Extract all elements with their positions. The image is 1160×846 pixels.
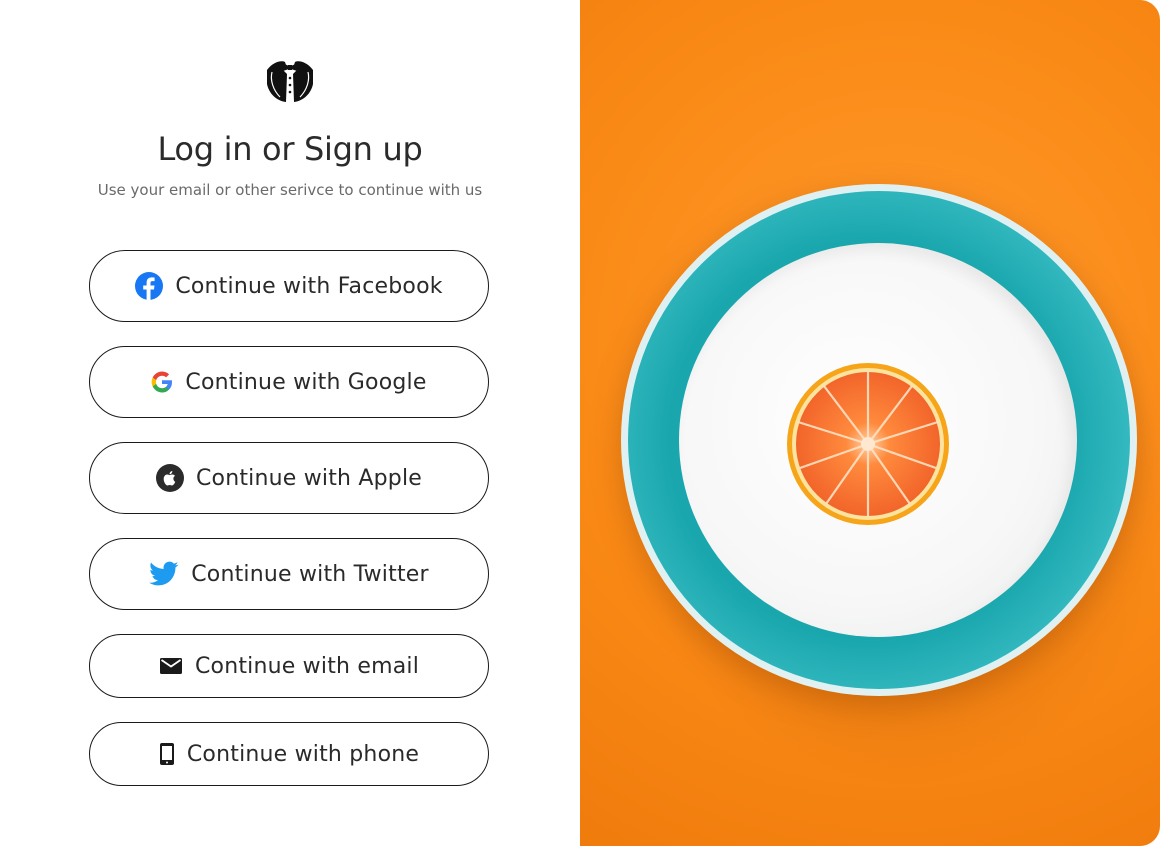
button-label: Continue with Apple <box>195 465 422 491</box>
continue-with-apple-button[interactable]: Continue with Apple <box>89 442 489 514</box>
continue-with-phone-button[interactable]: Continue with phone <box>89 722 489 786</box>
tuxedo-logo-icon <box>267 61 313 102</box>
twitter-icon <box>149 561 179 587</box>
page-subtitle: Use your email or other serivce to conti… <box>97 181 483 199</box>
auth-panel: Log in or Sign up Use your email or othe… <box>0 0 580 846</box>
phone-icon <box>159 742 175 766</box>
facebook-icon <box>135 272 164 300</box>
button-label: Continue with Twitter <box>191 561 429 587</box>
button-label: Continue with Facebook <box>175 273 443 299</box>
mail-icon <box>159 657 183 675</box>
button-label: Continue with email <box>194 653 420 679</box>
continue-with-google-button[interactable]: Continue with Google <box>89 346 489 418</box>
continue-with-twitter-button[interactable]: Continue with Twitter <box>89 538 489 610</box>
continue-with-email-button[interactable]: Continue with email <box>89 634 489 698</box>
continue-with-facebook-button[interactable]: Continue with Facebook <box>89 250 489 322</box>
google-icon <box>151 371 173 393</box>
page-title: Log in or Sign up <box>157 130 423 168</box>
button-label: Continue with phone <box>186 741 420 767</box>
button-label: Continue with Google <box>185 369 427 395</box>
orange-slice-image <box>787 363 949 525</box>
hero-image <box>580 0 1160 846</box>
apple-icon <box>155 464 184 492</box>
